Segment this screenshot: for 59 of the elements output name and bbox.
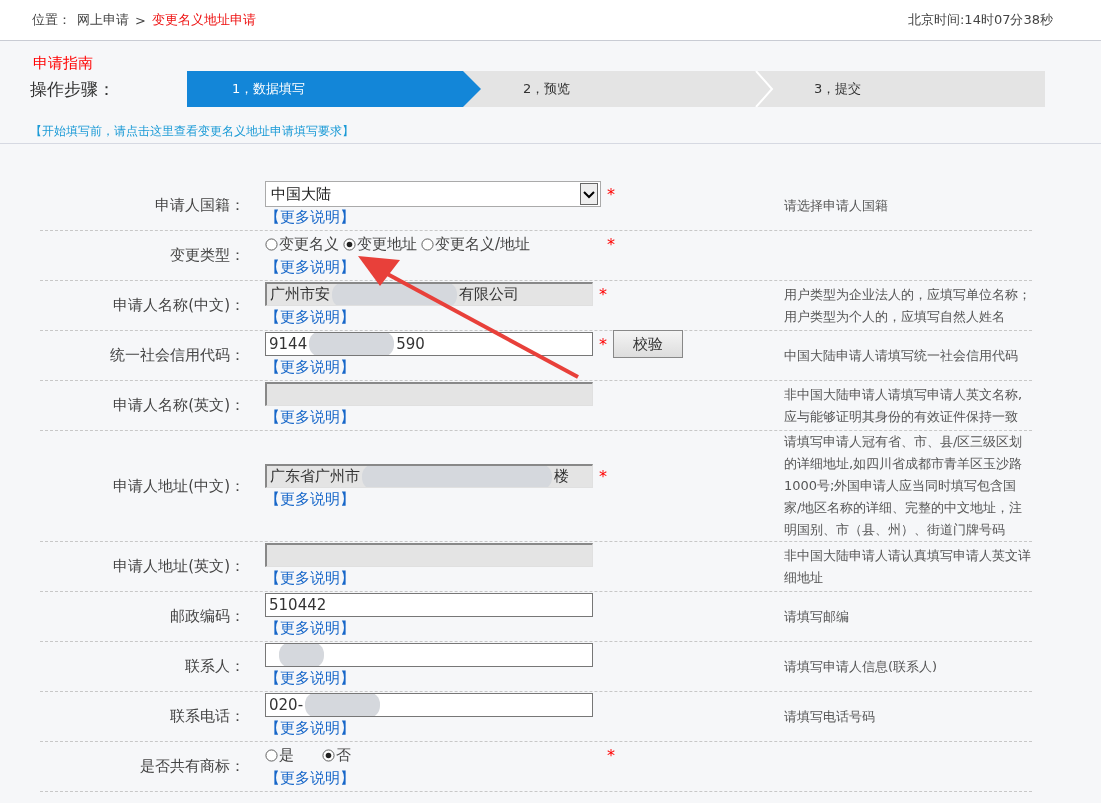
field-hint: 中国大陆申请人请填写统一社会信用代码 <box>784 346 1018 365</box>
radio-option[interactable]: 变更名义/地址 <box>421 234 531 254</box>
dropdown-icon <box>580 183 598 205</box>
verify-button[interactable]: 校验 <box>613 330 683 358</box>
field-label: 邮政编码： <box>170 607 245 626</box>
input-field[interactable]: 510442 <box>265 593 593 617</box>
field-hint: 请填写邮编 <box>784 607 849 626</box>
radio-option[interactable]: 变更地址 <box>343 234 417 254</box>
more-info-link[interactable]: 【更多说明】 <box>265 619 745 638</box>
required-mark: * <box>607 184 615 204</box>
more-info-link[interactable]: 【更多说明】 <box>265 358 745 377</box>
field-hint: 请选择申请人国籍 <box>784 196 888 215</box>
radio-button[interactable] <box>265 748 278 762</box>
guide-link[interactable]: 申请指南 <box>33 54 1101 73</box>
breadcrumb-link[interactable]: 网上申请 <box>77 11 129 29</box>
clock-text: 北京时间:14时07分38秒 <box>908 11 1053 29</box>
input-field[interactable] <box>265 643 593 667</box>
nationality-select[interactable]: 中国大陆 <box>265 181 601 207</box>
step-chevron-icon <box>463 71 483 107</box>
more-info-link[interactable]: 【更多说明】 <box>265 669 745 688</box>
field-label: 申请人地址(英文)： <box>113 557 245 576</box>
radio-option[interactable]: 否 <box>322 745 351 765</box>
field-hint: 用户类型为企业法人的，应填写单位名称；用户类型为个人的，应填写自然人姓名 <box>784 285 1032 326</box>
more-info-link[interactable]: 【更多说明】 <box>265 769 745 788</box>
required-mark: * <box>607 234 615 254</box>
field-label: 申请人名称(中文)： <box>113 296 245 315</box>
field-label: 申请人地址(中文)： <box>113 476 245 496</box>
field-label: 申请人名称(英文)： <box>113 396 245 415</box>
required-mark: * <box>607 745 615 765</box>
radio-button[interactable] <box>265 237 278 251</box>
radio-button[interactable] <box>421 237 434 251</box>
more-info-link[interactable]: 【更多说明】 <box>265 719 745 738</box>
breadcrumb-label: 位置： <box>32 11 71 29</box>
radio-option[interactable]: 是 <box>265 745 294 765</box>
field-hint: 非中国大陆申请人请认真填写申请人英文详细地址 <box>784 546 1032 587</box>
field-label: 变更类型： <box>170 246 245 265</box>
radio-option[interactable]: 变更名义 <box>265 234 339 254</box>
steps-label: 操作步骤： <box>30 77 116 101</box>
field-label: 是否共有商标： <box>140 757 245 776</box>
field-label: 申请人国籍： <box>155 196 245 215</box>
breadcrumb-separator: > <box>135 12 146 28</box>
required-mark: * <box>599 284 607 304</box>
field-label: 联系人： <box>185 657 245 676</box>
required-mark: * <box>599 334 607 354</box>
radio-button[interactable] <box>322 748 335 762</box>
input-field[interactable]: 020- <box>265 693 593 717</box>
field-hint: 请填写申请人冠有省、市、县/区三级区划的详细地址,如四川省成都市青羊区玉沙路1000号;外国申请人应当同时填写包含国家/地区名称的详细、完整的中文地址，注明国别、市（县、州）、街道门牌号码 <box>784 433 1024 539</box>
more-info-link[interactable]: 【更多说明】 <box>265 208 745 227</box>
field-hint: 请填写电话号码 <box>784 707 875 726</box>
field-label: 联系电话： <box>170 707 245 726</box>
more-info-link[interactable]: 【更多说明】 <box>265 258 745 277</box>
field-hint: 非中国大陆申请人请填写申请人英文名称,应与能够证明其身份的有效证件保持一致 <box>784 385 1024 426</box>
step-chevron-icon <box>754 71 774 107</box>
radio-button[interactable] <box>343 237 356 251</box>
required-mark: * <box>599 466 607 486</box>
field-label: 统一社会信用代码： <box>110 346 245 365</box>
breadcrumb-link[interactable]: 变更名义地址申请 <box>151 11 256 29</box>
field-hint: 请填写申请人信息(联系人) <box>784 657 938 676</box>
input-field[interactable]: 9144 590 <box>265 332 593 356</box>
